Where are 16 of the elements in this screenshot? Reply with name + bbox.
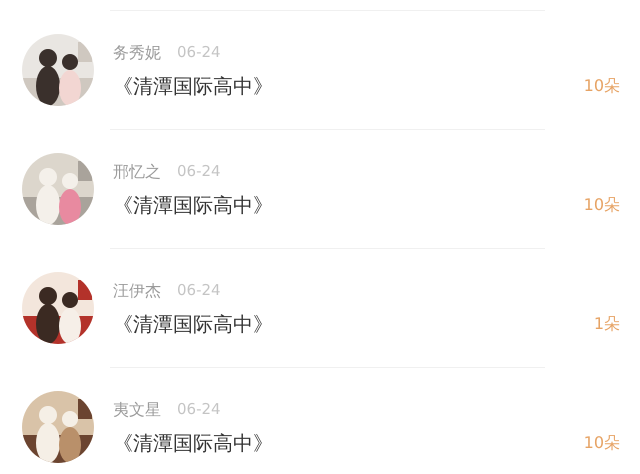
book-title: 《清潭国际高中》: [113, 192, 273, 218]
flower-count: 1朵: [594, 312, 620, 334]
flower-count: 10朵: [584, 194, 620, 216]
user-name: 汪伊杰: [113, 280, 161, 302]
post-date: 06-24: [177, 280, 221, 302]
post-date: 06-24: [177, 161, 221, 182]
book-title: 《清潭国际高中》: [113, 72, 273, 100]
post-date: 06-24: [177, 42, 221, 64]
book-title: 《清潭国际高中》: [113, 430, 273, 456]
book-title: 《清潭国际高中》: [113, 310, 273, 338]
post-date: 06-24: [177, 399, 221, 420]
user-name: 夷文星: [113, 398, 161, 420]
flower-count: 10朵: [584, 432, 620, 454]
flower-count: 10朵: [584, 74, 620, 96]
user-name: 务秀妮: [113, 42, 161, 64]
user-name: 邢忆之: [113, 160, 161, 182]
